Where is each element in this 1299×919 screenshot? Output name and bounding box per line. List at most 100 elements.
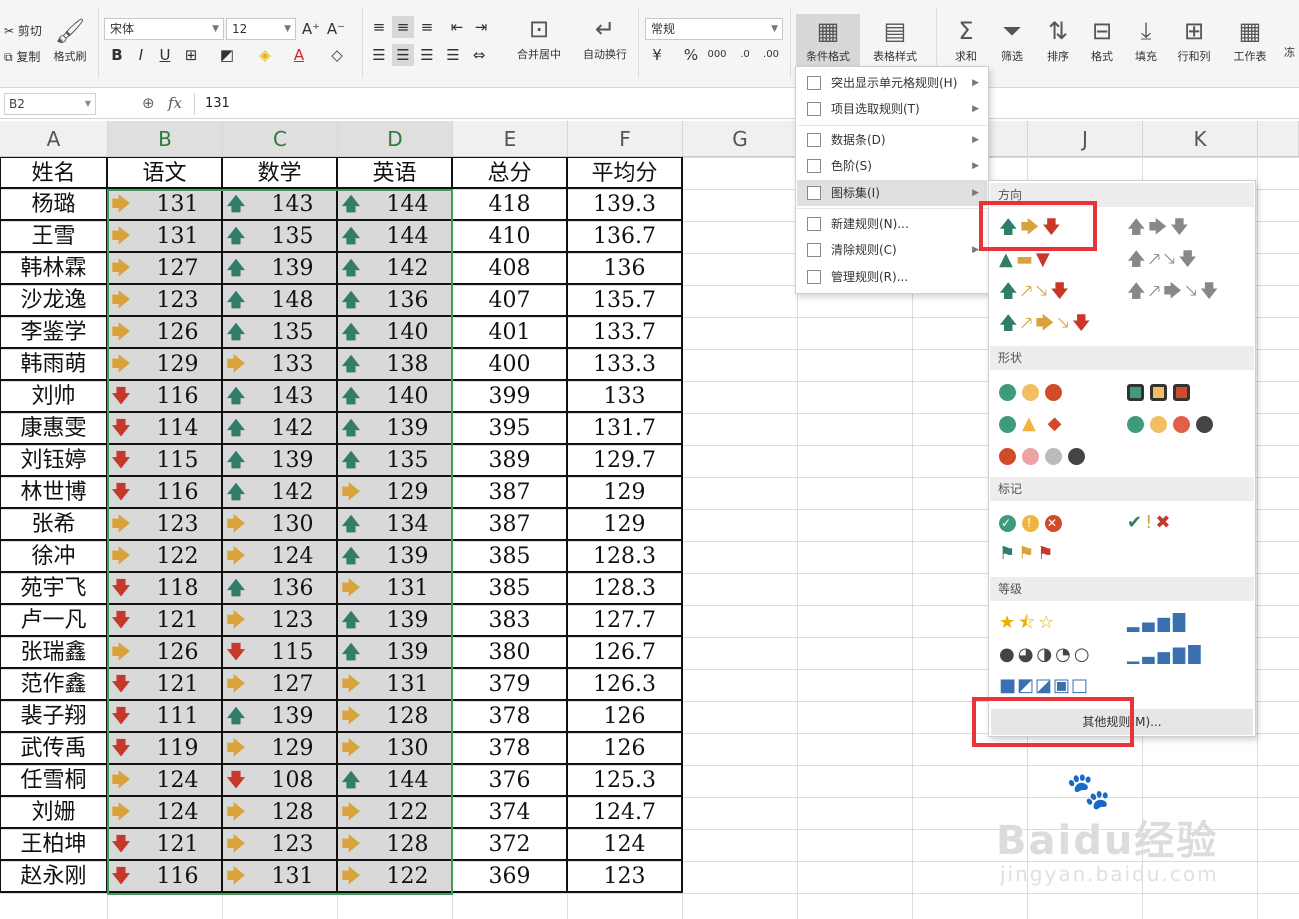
chinese-score-cell[interactable]: 🡇 118 (108, 573, 223, 605)
average-cell[interactable]: 124.7 (568, 797, 683, 829)
font-size-select[interactable]: 12 ▼ (226, 18, 296, 40)
fill-button[interactable]: ⤓ 填充 (1124, 18, 1168, 64)
average-cell[interactable]: 127.7 (568, 605, 683, 637)
fill-color-icon[interactable]: ◈ (254, 44, 276, 66)
average-cell[interactable]: 123 (568, 861, 683, 893)
name-cell[interactable]: 杨璐 (0, 189, 108, 221)
increase-decimal-icon[interactable]: .0 (734, 44, 756, 66)
english-score-cell[interactable]: 🡅 134 (338, 509, 453, 541)
header-cell[interactable]: 英语 (338, 157, 453, 189)
name-cell[interactable]: 范作鑫 (0, 669, 108, 701)
name-cell[interactable]: 武传禹 (0, 733, 108, 765)
chinese-score-cell[interactable]: 🡆 123 (108, 509, 223, 541)
column-header-d[interactable]: D (338, 121, 453, 157)
math-score-cell[interactable]: 🡅 139 (223, 253, 338, 285)
total-cell[interactable]: 379 (453, 669, 568, 701)
icon-set-3-triangles[interactable]: ▲▬▼ (999, 249, 1053, 271)
average-cell[interactable]: 135.7 (568, 285, 683, 317)
chinese-score-cell[interactable]: 🡇 116 (108, 861, 223, 893)
chinese-score-cell[interactable]: 🡇 111 (108, 701, 223, 733)
bold-icon[interactable]: B (106, 44, 128, 66)
column-header-c[interactable]: C (223, 121, 338, 157)
auto-wrap-button[interactable]: ↵ 自动换行 (576, 16, 634, 62)
decrease-decimal-icon[interactable]: .00 (760, 44, 782, 66)
format-button[interactable]: ⊟ 格式 (1080, 18, 1124, 64)
english-score-cell[interactable]: 🡅 140 (338, 381, 453, 413)
chinese-score-cell[interactable]: 🡇 114 (108, 413, 223, 445)
average-cell[interactable]: 139.3 (568, 189, 683, 221)
total-cell[interactable]: 387 (453, 477, 568, 509)
average-cell[interactable]: 133 (568, 381, 683, 413)
english-score-cell[interactable]: 🡅 144 (338, 189, 453, 221)
average-cell[interactable]: 136.7 (568, 221, 683, 253)
header-cell[interactable]: 语文 (108, 157, 223, 189)
cut-button[interactable]: ✂ 剪切 (4, 24, 42, 38)
name-cell[interactable]: 任雪桐 (0, 765, 108, 797)
chinese-score-cell[interactable]: 🡆 131 (108, 221, 223, 253)
name-cell[interactable]: 韩雨萌 (0, 349, 108, 381)
chinese-score-cell[interactable]: 🡇 116 (108, 477, 223, 509)
icon-set-4-traffic-lights[interactable] (1127, 413, 1219, 435)
increase-font-icon[interactable]: A⁺ (300, 18, 322, 40)
menu-item-data-bars[interactable]: 数据条(D) ▶ (797, 127, 987, 153)
average-cell[interactable]: 126 (568, 701, 683, 733)
conditional-format-button[interactable]: ▦ 条件格式 (796, 14, 860, 66)
english-score-cell[interactable]: 🡅 140 (338, 317, 453, 349)
column-header-k[interactable]: K (1143, 121, 1258, 157)
math-score-cell[interactable]: 🡆 123 (223, 605, 338, 637)
column-header-g[interactable]: G (683, 121, 798, 157)
icon-set-5-arrows-colored[interactable]: 🡅🡕🡆🡖🡇 (999, 313, 1093, 335)
total-cell[interactable]: 378 (453, 733, 568, 765)
freeze-button[interactable]: 冻 (1280, 44, 1299, 60)
sort-button[interactable]: ⇅ 排序 (1036, 18, 1080, 64)
icon-set-red-to-black[interactable] (999, 445, 1091, 467)
sum-button[interactable]: Σ 求和 (944, 18, 988, 64)
chinese-score-cell[interactable]: 🡆 124 (108, 797, 223, 829)
math-score-cell[interactable]: 🡅 142 (223, 477, 338, 509)
align-left-icon[interactable]: ☰ (368, 44, 390, 66)
worksheet-button[interactable]: ▦ 工作表 (1224, 18, 1276, 64)
border-icon[interactable]: ⊞ (180, 44, 202, 66)
table-style-button[interactable]: ▤ 表格样式 (864, 18, 926, 64)
name-cell[interactable]: 沙龙逸 (0, 285, 108, 317)
math-score-cell[interactable]: 🡇 108 (223, 765, 338, 797)
average-cell[interactable]: 131.7 (568, 413, 683, 445)
average-cell[interactable]: 125.3 (568, 765, 683, 797)
english-score-cell[interactable]: 🡆 122 (338, 797, 453, 829)
name-cell[interactable]: 张希 (0, 509, 108, 541)
indent-decrease-icon[interactable]: ⇤ (446, 16, 468, 38)
menu-item-color-scales[interactable]: 色阶(S) ▶ (797, 153, 987, 179)
percent-icon[interactable]: % (680, 44, 702, 66)
chinese-score-cell[interactable]: 🡇 121 (108, 669, 223, 701)
menu-item-manage-rules[interactable]: 管理规则(R)... (797, 264, 987, 290)
formula-input[interactable]: 131 (194, 93, 1294, 115)
math-score-cell[interactable]: 🡆 128 (223, 797, 338, 829)
chinese-score-cell[interactable]: 🡇 116 (108, 381, 223, 413)
total-cell[interactable]: 385 (453, 573, 568, 605)
math-score-cell[interactable]: 🡆 124 (223, 541, 338, 573)
average-cell[interactable]: 133.3 (568, 349, 683, 381)
total-cell[interactable]: 380 (453, 637, 568, 669)
english-score-cell[interactable]: 🡅 139 (338, 541, 453, 573)
align-middle-icon[interactable]: ≡ (392, 16, 414, 38)
average-cell[interactable]: 128.3 (568, 573, 683, 605)
chinese-score-cell[interactable]: 🡆 126 (108, 637, 223, 669)
icon-set-3-symbols[interactable]: ✔!✖ (1127, 512, 1173, 534)
icon-set-3-symbols-circled[interactable]: ✓! ✕ (999, 512, 1068, 534)
filter-button[interactable]: ⏷ 筛选 (990, 18, 1034, 64)
english-score-cell[interactable]: 🡆 131 (338, 573, 453, 605)
chinese-score-cell[interactable]: 🡇 121 (108, 829, 223, 861)
math-score-cell[interactable]: 🡅 143 (223, 189, 338, 221)
average-cell[interactable]: 133.7 (568, 317, 683, 349)
english-score-cell[interactable]: 🡆 129 (338, 477, 453, 509)
icon-set-4-bars[interactable]: ▂▄▆█ (1127, 612, 1188, 634)
menu-item-clear-rules[interactable]: 清除规则(C) ▶ (797, 237, 987, 263)
icon-set-4-arrows-colored[interactable]: 🡅🡕🡖🡇 (999, 281, 1072, 303)
row-col-button[interactable]: ⊞ 行和列 (1168, 18, 1220, 64)
name-cell[interactable]: 赵永刚 (0, 861, 108, 893)
italic-icon[interactable]: I (130, 44, 152, 66)
header-cell[interactable]: 姓名 (0, 157, 108, 189)
number-format-select[interactable]: 常规 ▼ (645, 18, 783, 40)
name-cell[interactable]: 刘姗 (0, 797, 108, 829)
header-cell[interactable]: 平均分 (568, 157, 683, 189)
